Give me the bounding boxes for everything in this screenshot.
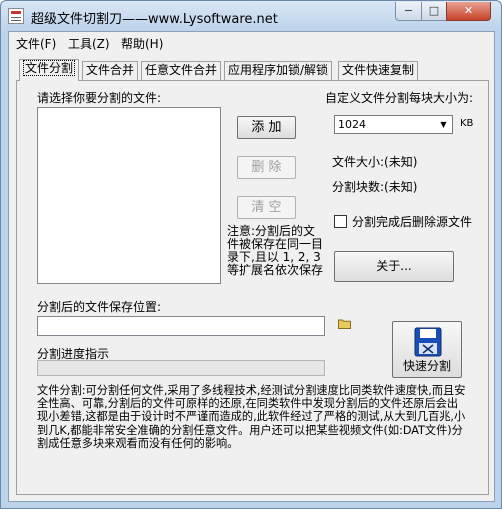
- block-size-select[interactable]: 1024 ▼: [334, 115, 453, 134]
- client-area: 文件(F) 工具(Z) 帮助(H) 文件分割 文件合并 任意文件合并 应用程序加…: [8, 31, 495, 502]
- menu-help[interactable]: 帮助(H): [121, 35, 163, 52]
- split-progress-bar: [37, 360, 325, 376]
- clear-button[interactable]: 清 空: [237, 196, 296, 219]
- title-bar[interactable]: 超级文件切割刀——www.Lysoftware.net − □ ✕: [1, 1, 501, 31]
- menu-bar: 文件(F) 工具(Z) 帮助(H): [9, 32, 494, 52]
- add-button[interactable]: 添 加: [237, 116, 296, 139]
- tab-file-split[interactable]: 文件分割: [19, 59, 80, 81]
- fast-split-label: 快速分割: [402, 359, 451, 373]
- minimize-button[interactable]: −: [395, 2, 422, 21]
- block-size-value: 1024: [338, 118, 366, 131]
- select-files-label: 请选择你要分割的文件:: [37, 91, 162, 105]
- menu-tools[interactable]: 工具(Z): [68, 35, 110, 52]
- save-location-label: 分割后的文件保存位置:: [37, 300, 162, 314]
- menu-file[interactable]: 文件(F): [16, 35, 56, 52]
- window-title: 超级文件切割刀——www.Lysoftware.net: [31, 12, 278, 27]
- tab-fast-file-copy[interactable]: 文件快速复制: [338, 61, 419, 80]
- dropdown-arrow-icon[interactable]: ▼: [437, 118, 450, 131]
- block-count-text: 分割块数:(未知): [332, 180, 418, 194]
- tab-file-merge[interactable]: 文件合并: [82, 61, 139, 80]
- split-note: 注意:分割后的文件被保存在同一目录下,且以 1, 2, 3等扩展名依次保存: [227, 224, 324, 277]
- delete-source-checkbox[interactable]: [334, 215, 347, 228]
- main-window: 超级文件切割刀——www.Lysoftware.net − □ ✕ 文件(F) …: [0, 0, 502, 509]
- maximize-button[interactable]: □: [421, 2, 447, 21]
- close-button[interactable]: ✕: [446, 2, 491, 21]
- tab-app-lock-unlock[interactable]: 应用程序加锁/解锁: [224, 61, 333, 80]
- delete-source-label[interactable]: 分割完成后删除源文件: [352, 213, 472, 230]
- file-list[interactable]: [37, 107, 221, 284]
- about-button[interactable]: 关于...: [334, 251, 454, 282]
- app-icon[interactable]: [8, 8, 24, 24]
- folder-icon[interactable]: [338, 318, 351, 329]
- fast-split-button[interactable]: 快速分割: [392, 321, 462, 378]
- delete-button[interactable]: 删 除: [237, 156, 296, 179]
- file-size-text: 文件大小:(未知): [332, 155, 418, 169]
- tab-any-file-merge[interactable]: 任意文件合并: [141, 61, 222, 80]
- feature-description: 文件分割:可分割任何文件,采用了多线程技术,经测试分割速度比同类软件速度快,而且…: [37, 384, 466, 450]
- scissors-icon: [414, 327, 442, 357]
- block-size-label: 自定义文件分割每块大小为:: [325, 91, 474, 105]
- tab-label: 文件分割: [23, 60, 76, 76]
- block-size-unit: KB: [460, 118, 474, 129]
- save-location-input[interactable]: [37, 316, 325, 336]
